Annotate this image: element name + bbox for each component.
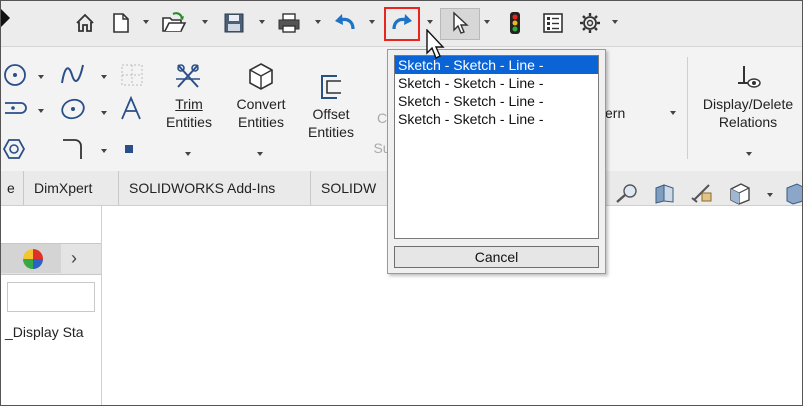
slot-tool-icon[interactable] [1,93,31,124]
options-dropdown-icon[interactable] [612,20,618,24]
slot-dropdown-icon[interactable] [38,109,44,113]
spline-tool-icon[interactable] [59,61,89,92]
point-tool-icon[interactable] [125,145,133,153]
undo-icon[interactable] [332,10,358,36]
redo-dropdown-icon[interactable] [427,20,433,24]
mouse-pointer-icon [425,28,447,64]
spline-dropdown-icon[interactable] [101,75,107,79]
trim-entities-icon[interactable] [173,61,203,94]
offset-entities-label[interactable]: Offset Entities [301,105,361,141]
tab-partial[interactable]: e [1,171,24,205]
cancel-button[interactable]: Cancel [394,246,599,268]
zoom-to-fit-icon[interactable] [614,182,640,207]
list-item[interactable]: Sketch - Sketch - Line - [395,74,598,92]
print-icon[interactable] [276,10,302,36]
dynamic-annotation-icon[interactable] [689,182,715,207]
solidworks-window: Trim Entities Convert Entities Offset En… [0,0,803,406]
rebuild-traffic-light-icon[interactable] [502,10,528,36]
offset-entities-icon[interactable] [317,73,345,104]
grid-tool-icon [118,61,146,92]
pattern-label[interactable]: ern [605,104,637,122]
trim-dropdown-icon[interactable] [185,152,191,156]
list-item[interactable]: Sketch - Sketch - Line - [395,110,598,128]
undo-dropdown-icon[interactable] [369,20,375,24]
quick-access-toolbar [1,1,802,47]
convert-dropdown-icon[interactable] [257,152,263,156]
open-file-icon[interactable] [161,10,187,36]
panel-scroll-right-icon[interactable]: › [71,248,77,269]
home-icon[interactable] [72,10,98,36]
section-view-icon[interactable] [652,182,678,207]
fillet-tool-icon[interactable] [59,135,93,166]
convert-entities-icon[interactable] [247,61,275,94]
ellipse-tool-icon[interactable] [59,95,89,126]
save-dropdown-icon[interactable] [259,20,265,24]
ribbon-separator [687,57,688,159]
new-document-icon[interactable] [108,10,134,36]
tab-solidworks-partial[interactable]: SOLIDW [311,171,391,205]
collapse-arrow-icon[interactable] [1,9,10,27]
redo-list-popup: Sketch - Sketch - Line - Sketch - Sketch… [387,49,606,274]
new-dropdown-icon[interactable] [143,20,149,24]
panel-filter-box[interactable] [7,282,95,312]
display-delete-relations-label[interactable]: Display/Delete Relations [691,95,802,131]
tab-solidworks-add-ins[interactable]: SOLIDWORKS Add-Ins [119,171,311,205]
display-manager-icon[interactable] [19,246,47,275]
trim-entities-label[interactable]: Trim Entities [159,95,219,131]
view-orientation-dropdown-icon[interactable] [767,193,773,197]
display-relations-icon[interactable] [736,63,762,94]
polygon-tool-icon[interactable] [1,61,31,92]
convert-entities-label[interactable]: Convert Entities [227,95,295,131]
ellipse-dropdown-icon[interactable] [101,111,107,115]
pattern-dropdown-icon[interactable] [670,111,676,115]
view-orientation-icon[interactable] [727,181,753,208]
redo-icon[interactable] [389,10,415,36]
display-states-label[interactable]: _Display Sta [5,324,84,340]
list-item[interactable]: Sketch - Sketch - Line - [395,92,598,110]
text-tool-icon[interactable] [117,95,145,126]
fillet-dropdown-icon[interactable] [101,149,107,153]
hexagon-tool-icon[interactable] [1,135,29,166]
relations-dropdown-icon[interactable] [746,152,752,156]
open-dropdown-icon[interactable] [202,20,208,24]
save-icon[interactable] [221,10,247,36]
file-properties-icon[interactable] [540,10,566,36]
tab-dimxpert[interactable]: DimXpert [24,171,119,205]
redo-list[interactable]: Sketch - Sketch - Line - Sketch - Sketch… [394,55,599,239]
feature-manager-panel: › _Display Sta [1,206,102,405]
select-cursor-icon[interactable] [447,10,473,36]
select-dropdown-icon[interactable] [484,20,490,24]
polygon-dropdown-icon[interactable] [38,75,44,79]
display-style-icon[interactable] [785,181,802,208]
print-dropdown-icon[interactable] [315,20,321,24]
options-gear-icon[interactable] [577,10,603,36]
